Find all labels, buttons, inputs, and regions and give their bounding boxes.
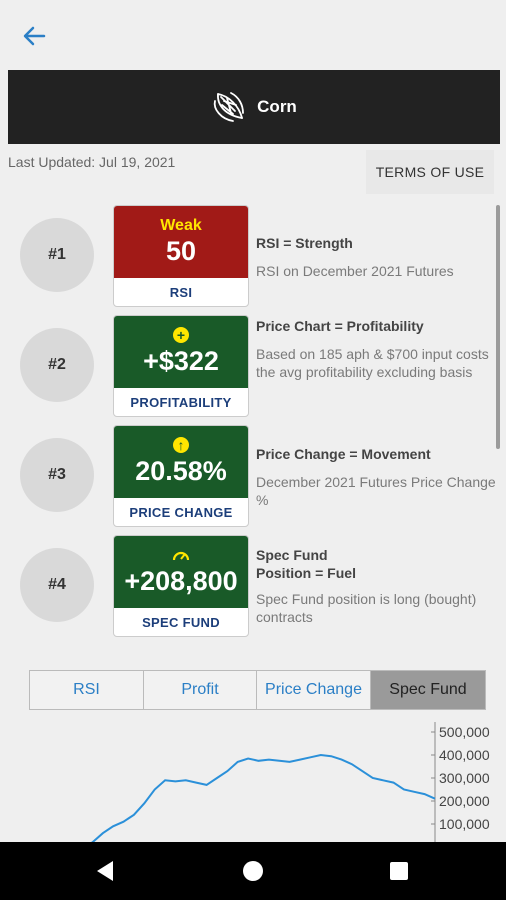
y-tick-label: 400,000 [439,747,490,763]
top-app-bar [0,0,506,70]
row-heading: Price Change = Movement [256,446,431,462]
arrow-up-icon: ↑ [173,437,189,453]
profitability-card[interactable]: + +$322 PROFITABILITY [113,315,249,417]
rsi-card[interactable]: Weak 50 RSI [113,205,249,307]
row-text: RSI on December 2021 Futures [256,263,454,279]
tab-rsi[interactable]: RSI [30,671,144,709]
gauge-icon [172,551,190,561]
spec-fund-value: +208,800 [124,566,238,596]
y-tick-label: 500,000 [439,724,490,740]
row-description: Price Chart = Profitability Based on 185… [256,317,502,381]
plus-icon: + [173,327,189,343]
home-nav-icon [243,861,263,881]
row-text: Spec Fund position is long (bought) cont… [256,591,477,625]
tab-price-change[interactable]: Price Change [257,671,371,709]
commodity-header: Corn [8,70,500,144]
rsi-state: Weak [160,217,202,234]
price-change-value: 20.58% [135,456,227,486]
row-heading: RSI = Strength [256,235,353,251]
row-text: Based on 185 aph & $700 input costs the … [256,346,489,380]
terms-of-use-button[interactable]: TERMS OF USE [366,150,494,194]
rank-badge: #2 [20,328,94,402]
chart-tabs: RSI Profit Price Change Spec Fund [29,670,486,710]
rank-badge: #3 [20,438,94,512]
rsi-value: 50 [165,236,197,266]
card-top: + +$322 [114,316,248,388]
back-nav-icon [97,861,113,881]
y-tick-label: 100,000 [439,816,490,832]
commodity-title: Corn [257,97,297,116]
nav-recents-button[interactable] [369,842,429,900]
card-top: Weak 50 [114,206,248,278]
row-description: Spec Fund Position = Fuel Spec Fund posi… [256,546,502,626]
card-top: ↑ 20.58% [114,426,248,498]
recents-nav-icon [390,862,408,880]
card-top: +208,800 [114,536,248,608]
tab-spec-fund[interactable]: Spec Fund [371,671,485,709]
rank-badge: #4 [20,548,94,622]
row-description: Price Change = Movement December 2021 Fu… [256,445,502,509]
card-label: SPEC FUND [142,614,220,630]
tab-profit[interactable]: Profit [144,671,257,709]
row-description: RSI = Strength RSI on December 2021 Futu… [256,234,502,280]
profitability-value: +$322 [143,346,219,376]
android-nav-bar [0,842,506,900]
back-arrow-icon[interactable] [20,22,48,50]
corn-icon [213,92,245,122]
spec-fund-card[interactable]: +208,800 SPEC FUND [113,535,249,637]
rank-badge: #1 [20,218,94,292]
card-label: RSI [169,284,193,300]
spec-fund-chart: 500,000 400,000 300,000 200,000 100,000 [90,722,490,842]
card-label: PROFITABILITY [130,394,232,410]
y-tick-label: 300,000 [439,770,490,786]
y-tick-label: 200,000 [439,793,490,809]
nav-back-button[interactable] [75,842,135,900]
last-updated: Last Updated: Jul 19, 2021 [8,154,176,170]
row-heading: Price Chart = Profitability [256,318,424,334]
card-label: PRICE CHANGE [129,504,233,520]
nav-home-button[interactable] [223,842,283,900]
row-heading: Spec Fund Position = Fuel [256,547,356,581]
row-text: December 2021 Futures Price Change % [256,474,496,508]
price-change-card[interactable]: ↑ 20.58% PRICE CHANGE [113,425,249,527]
chart-series-line [90,753,436,842]
